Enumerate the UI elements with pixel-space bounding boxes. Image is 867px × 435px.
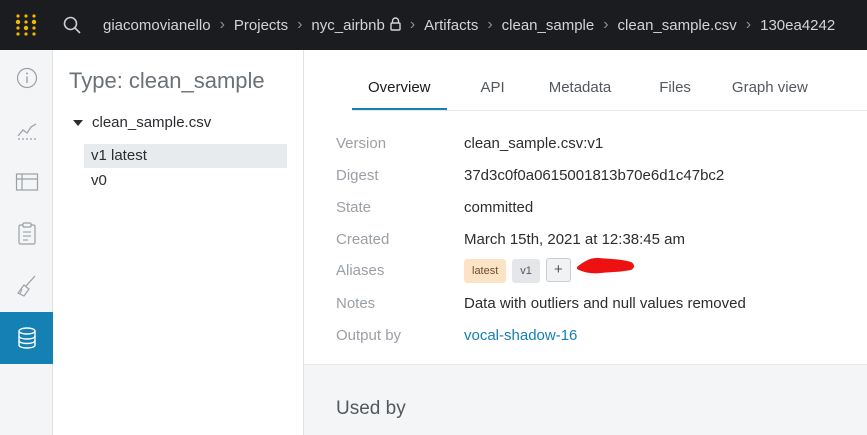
detail-key: Created [336, 230, 390, 248]
alias-badge-latest[interactable]: latest [464, 258, 507, 283]
detail-row-version: Version clean_sample.csv:v1 [336, 132, 603, 154]
detail-key: Aliases [336, 261, 385, 279]
rail-item-charts[interactable] [0, 104, 53, 156]
detail-row-output-by: Output by vocal-shadow-16 [336, 324, 577, 346]
info-icon [16, 67, 37, 89]
add-alias-button[interactable]: + [545, 257, 571, 282]
version-value: clean_sample.csv:v1 [464, 134, 604, 152]
tab-overview[interactable]: Overview [352, 79, 447, 110]
chevron-right-icon: › [487, 16, 493, 33]
tab-bar: Overview API Metadata Files Graph view [352, 79, 842, 110]
breadcrumb-version[interactable]: 130ea4242 [760, 17, 835, 34]
tab-metadata[interactable]: Metadata [539, 79, 620, 110]
chevron-right-icon: › [409, 16, 416, 33]
alias-badge-v1[interactable]: v1 [512, 258, 540, 283]
tab-files[interactable]: Files [653, 79, 698, 110]
table-icon [15, 173, 38, 191]
rail-item-artifacts[interactable] [0, 312, 53, 364]
caret-down-icon[interactable] [73, 119, 83, 126]
chevron-right-icon: › [745, 16, 752, 33]
tab-divider [352, 110, 867, 111]
detail-key: Output by [336, 326, 402, 344]
tab-graph-view[interactable]: Graph view [732, 79, 808, 110]
chevron-right-icon: › [219, 16, 225, 33]
database-icon [17, 327, 36, 349]
red-annotation-mark [577, 257, 634, 274]
overview-card: Overview API Metadata Files Graph view V… [304, 50, 867, 365]
output-run-link[interactable]: vocal-shadow-16 [464, 327, 577, 344]
detail-key: Notes [336, 294, 376, 312]
detail-row-created: Created March 15th, 2021 at 12:38:45 am [336, 228, 685, 250]
version-item-v1[interactable]: v1 latest [84, 144, 287, 168]
detail-row-notes: Notes Data with outliers and null values… [336, 292, 746, 314]
lock-icon [390, 16, 401, 31]
artifact-side-panel: Type: clean_sample clean_sample.csv v1 l… [53, 50, 304, 435]
rail-item-overview[interactable] [0, 52, 53, 104]
artifact-tree-node[interactable]: clean_sample.csv [73, 114, 211, 131]
rail-item-sweep[interactable] [0, 260, 53, 312]
tab-api[interactable]: API [481, 79, 505, 110]
digest-value: 37d3c0f0a0615001813b70e6d1c47bc2 [464, 166, 725, 184]
breadcrumb: giacomovianello › Projects › nyc_airbnb … [103, 0, 835, 50]
left-nav-rail [0, 50, 53, 435]
breadcrumb-user[interactable]: giacomovianello [103, 17, 211, 34]
detail-row-state: State committed [336, 196, 533, 218]
detail-key: Digest [336, 166, 379, 184]
created-value: March 15th, 2021 at 12:38:45 am [464, 230, 685, 248]
rail-item-logs[interactable] [0, 208, 53, 260]
top-bar: giacomovianello › Projects › nyc_airbnb … [0, 0, 867, 50]
breadcrumb-project[interactable]: nyc_airbnb [311, 16, 401, 34]
detail-row-digest: Digest 37d3c0f0a0615001813b70e6d1c47bc2 [336, 164, 724, 186]
wandb-logo-icon[interactable] [14, 13, 38, 37]
aliases-list: latest v1 + [464, 257, 571, 283]
version-item-v0[interactable]: v0 [84, 169, 287, 193]
used-by-heading: Used by [336, 398, 406, 419]
clipboard-icon [17, 222, 36, 245]
main-content: Overview API Metadata Files Graph view V… [304, 50, 867, 435]
panel-title: Type: clean_sample [69, 68, 265, 93]
breadcrumb-artifact[interactable]: clean_sample.csv [618, 17, 737, 34]
broom-icon [16, 275, 35, 297]
chevron-right-icon: › [603, 16, 609, 33]
breadcrumb-artifacts[interactable]: Artifacts [424, 17, 478, 34]
breadcrumb-projects[interactable]: Projects [234, 17, 288, 34]
breadcrumb-project-label: nyc_airbnb [311, 16, 385, 34]
chart-icon [17, 123, 36, 140]
detail-key: Version [336, 134, 387, 152]
rail-item-table[interactable] [0, 156, 53, 208]
artifact-tree-label: clean_sample.csv [92, 114, 212, 131]
state-value: committed [464, 198, 534, 216]
chevron-right-icon: › [297, 16, 303, 33]
detail-key: State [336, 198, 372, 216]
breadcrumb-type[interactable]: clean_sample [502, 17, 595, 34]
notes-value[interactable]: Data with outliers and null values remov… [464, 295, 746, 312]
detail-row-aliases: Aliases latest v1 + [336, 257, 571, 283]
search-icon[interactable] [62, 15, 82, 35]
